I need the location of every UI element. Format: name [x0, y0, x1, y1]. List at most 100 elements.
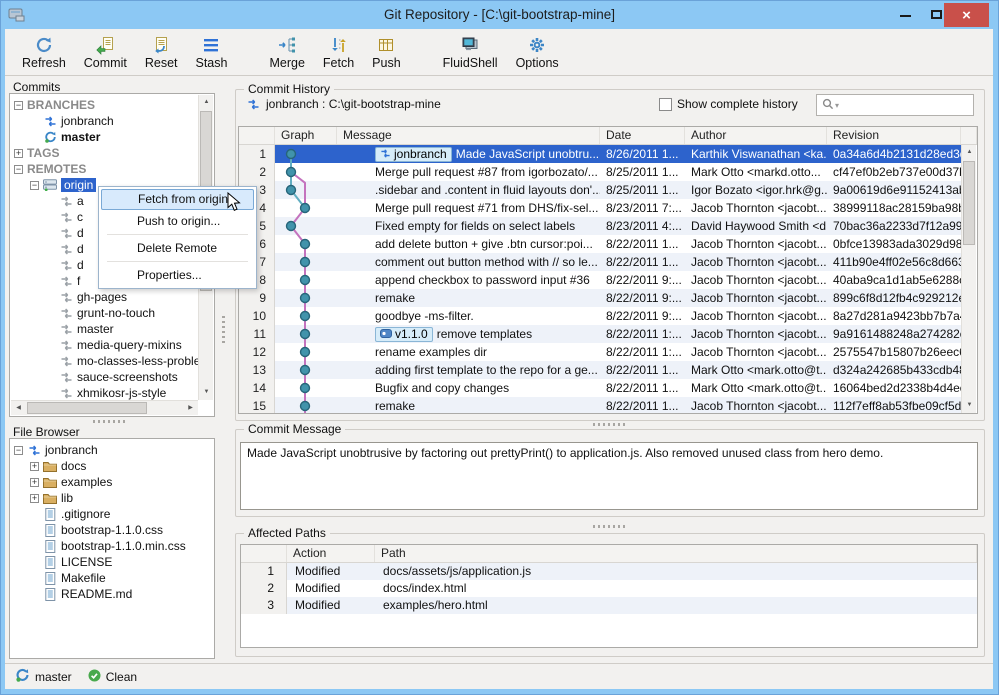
- tree-item-xhmikosr-js-style[interactable]: xhmikosr-js-style: [10, 385, 214, 401]
- search-input[interactable]: ▾: [816, 94, 974, 116]
- menu-item-properties[interactable]: Properties...: [101, 264, 254, 286]
- maximize-button[interactable]: [929, 7, 945, 23]
- push-button[interactable]: Push: [363, 31, 410, 73]
- affected-path-row[interactable]: 3Modifiedexamples/hero.html: [241, 597, 977, 614]
- tree-item-label: d: [77, 242, 84, 256]
- branch-blue: [43, 116, 57, 127]
- file-item-examples[interactable]: +examples: [10, 474, 214, 490]
- file-item-makefile[interactable]: Makefile: [10, 570, 214, 586]
- tree-item-label: a: [77, 194, 84, 208]
- tree-item-label: jonbranch: [61, 114, 114, 128]
- minimize-button[interactable]: [898, 7, 914, 23]
- commit-author: Mark Otto <mark.otto@t...: [685, 361, 827, 379]
- expand-icon[interactable]: +: [30, 478, 39, 487]
- status-clean-label: Clean: [106, 670, 137, 684]
- panel-splitter-grip[interactable]: [93, 420, 127, 423]
- toolbar-button-label: Merge: [269, 56, 304, 70]
- file-item-jonbranch[interactable]: −jonbranch: [10, 442, 214, 458]
- column-header-author[interactable]: Author: [685, 127, 827, 144]
- commit-row[interactable]: 6add delete button + give .btn cursor:po…: [239, 235, 961, 253]
- show-complete-history-checkbox[interactable]: [659, 98, 672, 111]
- tree-item-tags[interactable]: +TAGS: [10, 145, 214, 161]
- tree-item-mo-classes-less-proble[interactable]: mo-classes-less-proble: [10, 353, 214, 369]
- tree-item-branches[interactable]: −BRANCHES: [10, 97, 214, 113]
- file-item-bootstrap-1-1-0-css[interactable]: bootstrap-1.1.0.css: [10, 522, 214, 538]
- scroll-up-icon[interactable]: ▲: [962, 145, 977, 160]
- commit-row[interactable]: 2Merge pull request #87 from igorbozato/…: [239, 163, 961, 181]
- column-header-row-number[interactable]: [239, 127, 275, 144]
- column-header-revision[interactable]: Revision: [827, 127, 961, 144]
- paths-header-action[interactable]: Action: [287, 545, 375, 562]
- file-item-docs[interactable]: +docs: [10, 458, 214, 474]
- scroll-left-icon[interactable]: ◀: [11, 401, 26, 416]
- commit-row[interactable]: 13adding first template to the repo for …: [239, 361, 961, 379]
- column-header-message[interactable]: Message: [337, 127, 600, 144]
- fluidshell-button[interactable]: FluidShell: [434, 31, 507, 73]
- refresh-button[interactable]: Refresh: [13, 31, 75, 73]
- commit-row[interactable]: 1jonbranchMade JavaScript unobtru...8/26…: [239, 145, 961, 163]
- scroll-down-icon[interactable]: ▼: [962, 398, 977, 413]
- show-complete-history-label: Show complete history: [677, 97, 798, 111]
- commit-row[interactable]: 11v1.1.0remove templates8/22/2011 1:...J…: [239, 325, 961, 343]
- commit-row[interactable]: 7comment out button method with // so le…: [239, 253, 961, 271]
- expand-icon[interactable]: +: [30, 462, 39, 471]
- collapse-icon[interactable]: −: [30, 181, 39, 190]
- tree-item-gh-pages[interactable]: gh-pages: [10, 289, 214, 305]
- file-item-license[interactable]: LICENSE: [10, 554, 214, 570]
- commit-row[interactable]: 8append checkbox to password input #368/…: [239, 271, 961, 289]
- file-item-gitignore[interactable]: .gitignore: [10, 506, 214, 522]
- fetch-button[interactable]: Fetch: [314, 31, 363, 73]
- affected-path-row[interactable]: 1Modifieddocs/assets/js/application.js: [241, 563, 977, 580]
- commit-row[interactable]: 5Fixed empty for fields on select labels…: [239, 217, 961, 235]
- commit-row[interactable]: 3.sidebar and .content in fluid layouts …: [239, 181, 961, 199]
- commit-icon: [95, 35, 115, 55]
- tree-item-jonbranch[interactable]: jonbranch: [10, 113, 214, 129]
- affected-path-row[interactable]: 2Modifieddocs/index.html: [241, 580, 977, 597]
- collapse-icon[interactable]: −: [14, 101, 23, 110]
- message-paths-splitter-grip[interactable]: [593, 525, 627, 528]
- paths-header-path[interactable]: Path: [375, 545, 977, 562]
- collapse-icon[interactable]: −: [14, 165, 23, 174]
- tree-item-sauce-screenshots[interactable]: sauce-screenshots: [10, 369, 214, 385]
- scrollbar-thumb[interactable]: [27, 402, 147, 414]
- merge-button[interactable]: Merge: [260, 31, 313, 73]
- commit-row[interactable]: 4Merge pull request #71 from DHS/fix-sel…: [239, 199, 961, 217]
- scroll-up-icon[interactable]: ▲: [199, 95, 214, 110]
- commit-date: 8/22/2011 9:...: [600, 289, 685, 307]
- tree-item-remotes[interactable]: −REMOTES: [10, 161, 214, 177]
- commit-row[interactable]: 9remake8/22/2011 9:...Jacob Thornton <ja…: [239, 289, 961, 307]
- commit-row[interactable]: 10goodbye -ms-filter.8/22/2011 9:...Jaco…: [239, 307, 961, 325]
- scroll-down-icon[interactable]: ▼: [199, 385, 214, 400]
- file-item-lib[interactable]: +lib: [10, 490, 214, 506]
- commit-button[interactable]: Commit: [75, 31, 136, 73]
- column-header-date[interactable]: Date: [600, 127, 685, 144]
- collapse-icon[interactable]: −: [14, 446, 23, 455]
- history-vertical-scrollbar[interactable]: ▲ ▼: [961, 145, 976, 413]
- expand-icon[interactable]: +: [14, 149, 23, 158]
- close-button[interactable]: ×: [944, 3, 989, 27]
- tree-item-grunt-no-touch[interactable]: grunt-no-touch: [10, 305, 214, 321]
- expand-icon[interactable]: +: [30, 494, 39, 503]
- commit-row[interactable]: 14Bugfix and copy changes8/22/2011 1...M…: [239, 379, 961, 397]
- reset-button[interactable]: Reset: [136, 31, 187, 73]
- menu-item-delete-remote[interactable]: Delete Remote: [101, 237, 254, 259]
- tree-item-media-query-mixins[interactable]: media-query-mixins: [10, 337, 214, 353]
- scroll-right-icon[interactable]: ▶: [183, 401, 198, 416]
- paths-header-row-number[interactable]: [241, 545, 287, 562]
- commit-author: Jacob Thornton <jacobt...: [685, 343, 827, 361]
- history-message-splitter-grip[interactable]: [593, 423, 627, 426]
- main-content: Commits −BRANCHESjonbranchmaster+TAGS−RE…: [5, 76, 993, 663]
- column-header-graph[interactable]: Graph: [275, 127, 337, 144]
- commit-row[interactable]: 12rename examples dir8/22/2011 1:...Jaco…: [239, 343, 961, 361]
- column-splitter-grip[interactable]: [222, 316, 225, 346]
- options-button[interactable]: Options: [507, 31, 568, 73]
- stash-button[interactable]: Stash: [187, 31, 237, 73]
- file-item-bootstrap-1-1-0-min-css[interactable]: bootstrap-1.1.0.min.css: [10, 538, 214, 554]
- tree-item-master[interactable]: master: [10, 321, 214, 337]
- toolbar-button-label: Commit: [84, 56, 127, 70]
- commit-row[interactable]: 15remake8/22/2011 1...Jacob Thornton <ja…: [239, 397, 961, 414]
- file-item-readme-md[interactable]: README.md: [10, 586, 214, 602]
- tree-item-master[interactable]: master: [10, 129, 214, 145]
- commits-horizontal-scrollbar[interactable]: ◀ ▶: [11, 400, 198, 415]
- scrollbar-thumb[interactable]: [963, 161, 975, 245]
